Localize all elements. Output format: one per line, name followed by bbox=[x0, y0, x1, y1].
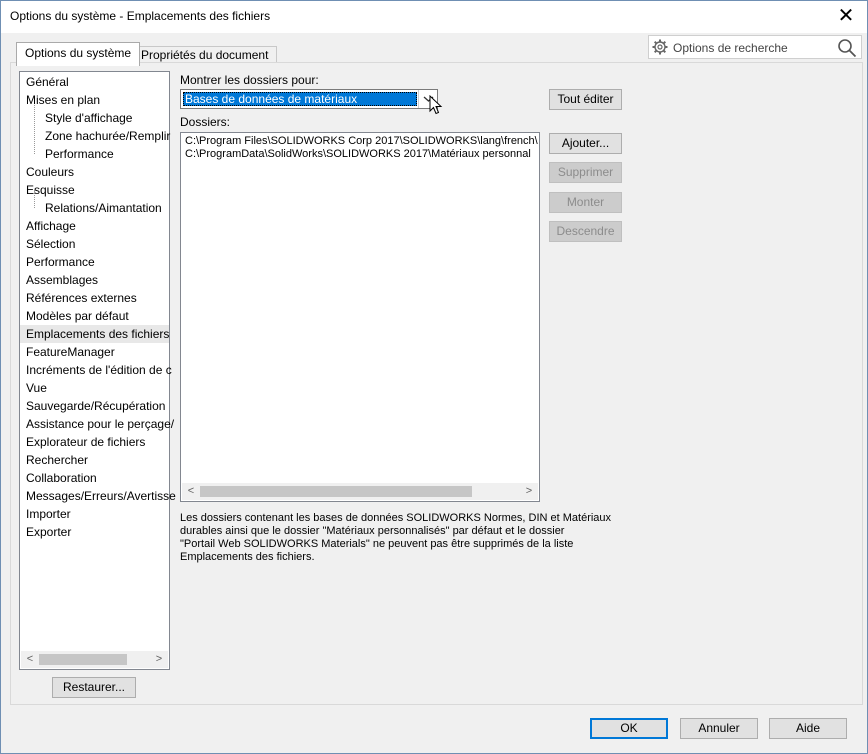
tree-item-selection[interactable]: Sélection bbox=[26, 235, 75, 253]
info-note-line: Les dossiers contenant les bases de donn… bbox=[180, 512, 612, 524]
move-down-button[interactable]: Descendre bbox=[549, 221, 622, 242]
tree-item-external-references[interactable]: Références externes bbox=[26, 289, 137, 307]
edit-all-button[interactable]: Tout éditer bbox=[549, 89, 622, 110]
tree-item-drawings-performance[interactable]: Performance bbox=[45, 145, 114, 163]
restore-button[interactable]: Restaurer... bbox=[52, 677, 136, 698]
show-folders-value: Bases de données de matériaux bbox=[183, 92, 417, 106]
tree-item-export[interactable]: Exporter bbox=[26, 523, 71, 541]
cancel-button[interactable]: Annuler bbox=[680, 718, 758, 739]
search-box[interactable]: Options de recherche bbox=[648, 35, 862, 59]
scroll-left-icon[interactable]: < bbox=[23, 652, 37, 667]
show-folders-label: Montrer les dossiers pour: bbox=[180, 73, 319, 87]
scroll-thumb[interactable] bbox=[39, 654, 127, 665]
delete-button[interactable]: Supprimer bbox=[549, 162, 622, 183]
tree-item-file-locations[interactable]: Emplacements des fichiers bbox=[20, 325, 169, 343]
tree-item-default-templates[interactable]: Modèles par défaut bbox=[26, 307, 129, 325]
tree-item-file-explorer[interactable]: Explorateur de fichiers bbox=[26, 433, 145, 451]
tree-item-view[interactable]: Vue bbox=[26, 379, 47, 397]
tree-item-assemblies[interactable]: Assemblages bbox=[26, 271, 98, 289]
move-up-button[interactable]: Monter bbox=[549, 192, 622, 213]
tree-item-import[interactable]: Importer bbox=[26, 505, 71, 523]
tree-item-drawings[interactable]: Mises en plan bbox=[26, 91, 100, 109]
tree-item-performance[interactable]: Performance bbox=[26, 253, 95, 271]
show-folders-select[interactable]: Bases de données de matériaux bbox=[180, 89, 438, 109]
help-button[interactable]: Aide bbox=[769, 718, 847, 739]
ok-button[interactable]: OK bbox=[590, 718, 668, 739]
list-horizontal-scrollbar[interactable]: < > bbox=[182, 483, 538, 500]
search-placeholder: Options de recherche bbox=[673, 41, 788, 55]
tree-item-messages[interactable]: Messages/Erreurs/Avertisse bbox=[26, 487, 176, 505]
tree-item-area-hatch[interactable]: Zone hachurée/Remplir bbox=[45, 127, 170, 145]
folders-list[interactable]: C:\Program Files\SOLIDWORKS Corp 2017\SO… bbox=[180, 132, 540, 502]
list-item[interactable]: C:\Program Files\SOLIDWORKS Corp 2017\SO… bbox=[185, 135, 538, 148]
list-item[interactable]: C:\ProgramData\SolidWorks\SOLIDWORKS 201… bbox=[185, 148, 531, 161]
mouse-cursor-icon bbox=[429, 95, 443, 115]
info-note-line: durables ainsi que le dossier "Matériaux… bbox=[180, 525, 565, 537]
scroll-right-icon[interactable]: > bbox=[152, 652, 166, 667]
tree-item-display[interactable]: Affichage bbox=[26, 217, 76, 235]
tree-item-backup-recover[interactable]: Sauvegarde/Récupération bbox=[26, 397, 165, 415]
tree-item-search[interactable]: Rechercher bbox=[26, 451, 88, 469]
tree-item-relations[interactable]: Relations/Aimantation bbox=[45, 199, 162, 217]
tree-item-spin-box-increments[interactable]: Incréments de l'édition de c bbox=[26, 361, 172, 379]
window-title: Options du système - Emplacements des fi… bbox=[10, 9, 271, 23]
scroll-right-icon[interactable]: > bbox=[522, 484, 536, 499]
options-dialog: Options du système - Emplacements des fi… bbox=[0, 0, 868, 754]
tree-item-colors[interactable]: Couleurs bbox=[26, 163, 74, 181]
tree-item-collaboration[interactable]: Collaboration bbox=[26, 469, 97, 487]
info-note-line: "Portail Web SOLIDWORKS Materials" ne pe… bbox=[180, 538, 574, 550]
tree-item-hole-wizard[interactable]: Assistance pour le perçage/ bbox=[26, 415, 174, 433]
tree-item-sketch[interactable]: Esquisse bbox=[26, 181, 75, 199]
tree-item-display-style[interactable]: Style d'affichage bbox=[45, 109, 132, 127]
info-note: Les dossiers contenant les bases de donn… bbox=[180, 512, 630, 564]
title-bar[interactable]: Options du système - Emplacements des fi… bbox=[1, 1, 867, 33]
category-tree[interactable]: Général Mises en plan Style d'affichage … bbox=[19, 71, 176, 670]
folders-label: Dossiers: bbox=[180, 115, 231, 129]
tree-item-general[interactable]: Général bbox=[26, 73, 69, 91]
info-note-line: Emplacements des fichiers. bbox=[180, 551, 315, 563]
scroll-thumb[interactable] bbox=[200, 486, 472, 497]
close-icon[interactable]: ✕ bbox=[833, 4, 859, 30]
tab-system-options[interactable]: Options du système bbox=[16, 42, 141, 66]
gear-icon bbox=[652, 39, 668, 55]
search-icon[interactable] bbox=[837, 38, 857, 58]
tree-horizontal-scrollbar[interactable]: < > bbox=[21, 651, 168, 668]
add-button[interactable]: Ajouter... bbox=[549, 133, 622, 154]
scroll-left-icon[interactable]: < bbox=[184, 484, 198, 499]
tree-item-featuremanager[interactable]: FeatureManager bbox=[26, 343, 115, 361]
